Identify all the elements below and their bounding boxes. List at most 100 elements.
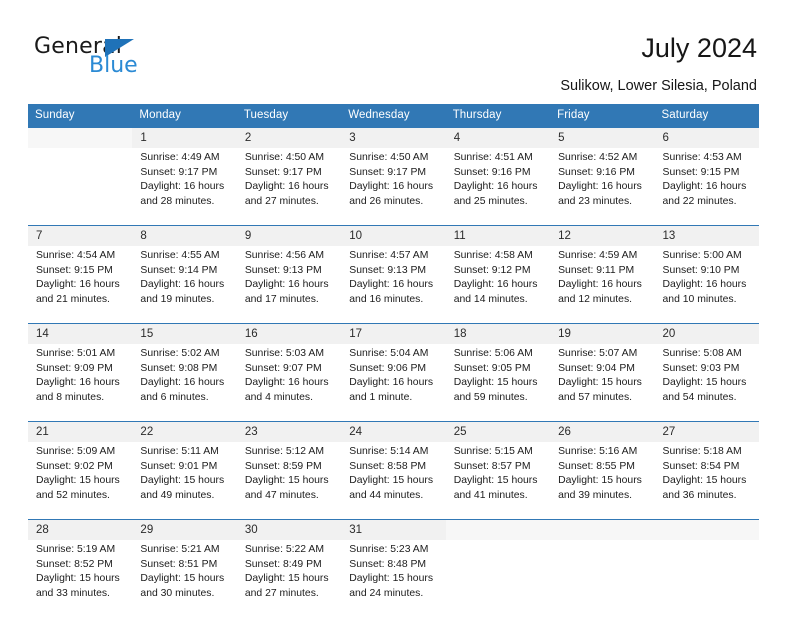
day-number-7[interactable]: 7 [28, 226, 132, 247]
day-number-10[interactable]: 10 [341, 226, 445, 247]
day-cell-21[interactable]: Sunrise: 5:09 AMSunset: 9:02 PMDaylight:… [28, 442, 132, 520]
day-cell-23[interactable]: Sunrise: 5:12 AMSunset: 8:59 PMDaylight:… [237, 442, 341, 520]
day-5-sunset: Sunset: 9:16 PM [558, 166, 648, 181]
day-15-sunrise: Sunrise: 5:02 AM [140, 347, 230, 362]
day-cell-31[interactable]: Sunrise: 5:23 AMSunset: 8:48 PMDaylight:… [341, 540, 445, 617]
day-22-sunrise: Sunrise: 5:11 AM [140, 445, 230, 460]
day-cell-15[interactable]: Sunrise: 5:02 AMSunset: 9:08 PMDaylight:… [132, 344, 236, 422]
weekday-header-row: SundayMondayTuesdayWednesdayThursdayFrid… [28, 104, 759, 128]
day-number-19[interactable]: 19 [550, 324, 654, 345]
day-number-24[interactable]: 24 [341, 422, 445, 443]
day-cell-26[interactable]: Sunrise: 5:16 AMSunset: 8:55 PMDaylight:… [550, 442, 654, 520]
day-number-4[interactable]: 4 [446, 128, 550, 149]
day-cell-17[interactable]: Sunrise: 5:04 AMSunset: 9:06 PMDaylight:… [341, 344, 445, 422]
day-22-sunset: Sunset: 9:01 PM [140, 460, 230, 475]
day-cell-4[interactable]: Sunrise: 4:51 AMSunset: 9:16 PMDaylight:… [446, 148, 550, 226]
day-17-sunrise: Sunrise: 5:04 AM [349, 347, 439, 362]
day-24-daylight-2: and 44 minutes. [349, 489, 439, 504]
day-6-sunset: Sunset: 9:15 PM [663, 166, 753, 181]
day-number-1[interactable]: 1 [132, 128, 236, 149]
day-4-sunrise: Sunrise: 4:51 AM [454, 151, 544, 166]
day-number-9[interactable]: 9 [237, 226, 341, 247]
day-24-daylight-1: Daylight: 15 hours [349, 474, 439, 489]
day-number-21[interactable]: 21 [28, 422, 132, 443]
day-cell-2[interactable]: Sunrise: 4:50 AMSunset: 9:17 PMDaylight:… [237, 148, 341, 226]
weekday-header-friday: Friday [550, 104, 654, 128]
day-9-sunset: Sunset: 9:13 PM [245, 264, 335, 279]
day-29-sunrise: Sunrise: 5:21 AM [140, 543, 230, 558]
day-number-11[interactable]: 11 [446, 226, 550, 247]
day-6-daylight-1: Daylight: 16 hours [663, 180, 753, 195]
day-18-sunrise: Sunrise: 5:06 AM [454, 347, 544, 362]
day-27-daylight-1: Daylight: 15 hours [663, 474, 753, 489]
day-cell-7[interactable]: Sunrise: 4:54 AMSunset: 9:15 PMDaylight:… [28, 246, 132, 324]
day-cell-25[interactable]: Sunrise: 5:15 AMSunset: 8:57 PMDaylight:… [446, 442, 550, 520]
day-cell-30[interactable]: Sunrise: 5:22 AMSunset: 8:49 PMDaylight:… [237, 540, 341, 617]
day-number-29[interactable]: 29 [132, 520, 236, 541]
day-cell-27[interactable]: Sunrise: 5:18 AMSunset: 8:54 PMDaylight:… [655, 442, 759, 520]
day-cell-16[interactable]: Sunrise: 5:03 AMSunset: 9:07 PMDaylight:… [237, 344, 341, 422]
day-cell-1[interactable]: Sunrise: 4:49 AMSunset: 9:17 PMDaylight:… [132, 148, 236, 226]
day-20-daylight-2: and 54 minutes. [663, 391, 753, 406]
day-14-daylight-1: Daylight: 16 hours [36, 376, 126, 391]
day-18-sunset: Sunset: 9:05 PM [454, 362, 544, 377]
day-cell-18[interactable]: Sunrise: 5:06 AMSunset: 9:05 PMDaylight:… [446, 344, 550, 422]
day-cell-24[interactable]: Sunrise: 5:14 AMSunset: 8:58 PMDaylight:… [341, 442, 445, 520]
day-cell-10[interactable]: Sunrise: 4:57 AMSunset: 9:13 PMDaylight:… [341, 246, 445, 324]
day-number-3[interactable]: 3 [341, 128, 445, 149]
calendar-table: SundayMondayTuesdayWednesdayThursdayFrid… [28, 104, 759, 617]
day-number-20[interactable]: 20 [655, 324, 759, 345]
day-1-daylight-1: Daylight: 16 hours [140, 180, 230, 195]
day-cell-9[interactable]: Sunrise: 4:56 AMSunset: 9:13 PMDaylight:… [237, 246, 341, 324]
day-number-8[interactable]: 8 [132, 226, 236, 247]
day-number-5[interactable]: 5 [550, 128, 654, 149]
day-number-empty [550, 520, 654, 541]
day-number-2[interactable]: 2 [237, 128, 341, 149]
day-cell-11[interactable]: Sunrise: 4:58 AMSunset: 9:12 PMDaylight:… [446, 246, 550, 324]
day-number-12[interactable]: 12 [550, 226, 654, 247]
day-number-26[interactable]: 26 [550, 422, 654, 443]
day-number-23[interactable]: 23 [237, 422, 341, 443]
day-cell-19[interactable]: Sunrise: 5:07 AMSunset: 9:04 PMDaylight:… [550, 344, 654, 422]
day-cell-13[interactable]: Sunrise: 5:00 AMSunset: 9:10 PMDaylight:… [655, 246, 759, 324]
day-13-daylight-1: Daylight: 16 hours [663, 278, 753, 293]
day-cell-14[interactable]: Sunrise: 5:01 AMSunset: 9:09 PMDaylight:… [28, 344, 132, 422]
day-31-daylight-1: Daylight: 15 hours [349, 572, 439, 587]
day-number-30[interactable]: 30 [237, 520, 341, 541]
day-number-14[interactable]: 14 [28, 324, 132, 345]
day-cell-12[interactable]: Sunrise: 4:59 AMSunset: 9:11 PMDaylight:… [550, 246, 654, 324]
day-number-6[interactable]: 6 [655, 128, 759, 149]
day-number-22[interactable]: 22 [132, 422, 236, 443]
day-cell-8[interactable]: Sunrise: 4:55 AMSunset: 9:14 PMDaylight:… [132, 246, 236, 324]
day-cell-20[interactable]: Sunrise: 5:08 AMSunset: 9:03 PMDaylight:… [655, 344, 759, 422]
day-number-31[interactable]: 31 [341, 520, 445, 541]
day-number-16[interactable]: 16 [237, 324, 341, 345]
day-cell-28[interactable]: Sunrise: 5:19 AMSunset: 8:52 PMDaylight:… [28, 540, 132, 617]
day-number-28[interactable]: 28 [28, 520, 132, 541]
day-cell-22[interactable]: Sunrise: 5:11 AMSunset: 9:01 PMDaylight:… [132, 442, 236, 520]
general-blue-logo: General Blue [34, 34, 214, 86]
day-cell-3[interactable]: Sunrise: 4:50 AMSunset: 9:17 PMDaylight:… [341, 148, 445, 226]
day-15-daylight-2: and 6 minutes. [140, 391, 230, 406]
day-number-13[interactable]: 13 [655, 226, 759, 247]
day-7-daylight-1: Daylight: 16 hours [36, 278, 126, 293]
day-number-25[interactable]: 25 [446, 422, 550, 443]
day-number-17[interactable]: 17 [341, 324, 445, 345]
weekday-header-tuesday: Tuesday [237, 104, 341, 128]
day-8-sunset: Sunset: 9:14 PM [140, 264, 230, 279]
day-cell-6[interactable]: Sunrise: 4:53 AMSunset: 9:15 PMDaylight:… [655, 148, 759, 226]
day-28-sunrise: Sunrise: 5:19 AM [36, 543, 126, 558]
day-30-daylight-1: Daylight: 15 hours [245, 572, 335, 587]
day-cell-29[interactable]: Sunrise: 5:21 AMSunset: 8:51 PMDaylight:… [132, 540, 236, 617]
day-number-18[interactable]: 18 [446, 324, 550, 345]
day-number-15[interactable]: 15 [132, 324, 236, 345]
day-9-sunrise: Sunrise: 4:56 AM [245, 249, 335, 264]
weekday-header-thursday: Thursday [446, 104, 550, 128]
weekday-header-saturday: Saturday [655, 104, 759, 128]
day-22-daylight-2: and 49 minutes. [140, 489, 230, 504]
day-10-daylight-1: Daylight: 16 hours [349, 278, 439, 293]
day-21-daylight-1: Daylight: 15 hours [36, 474, 126, 489]
day-cell-5[interactable]: Sunrise: 4:52 AMSunset: 9:16 PMDaylight:… [550, 148, 654, 226]
day-12-daylight-2: and 12 minutes. [558, 293, 648, 308]
day-number-27[interactable]: 27 [655, 422, 759, 443]
